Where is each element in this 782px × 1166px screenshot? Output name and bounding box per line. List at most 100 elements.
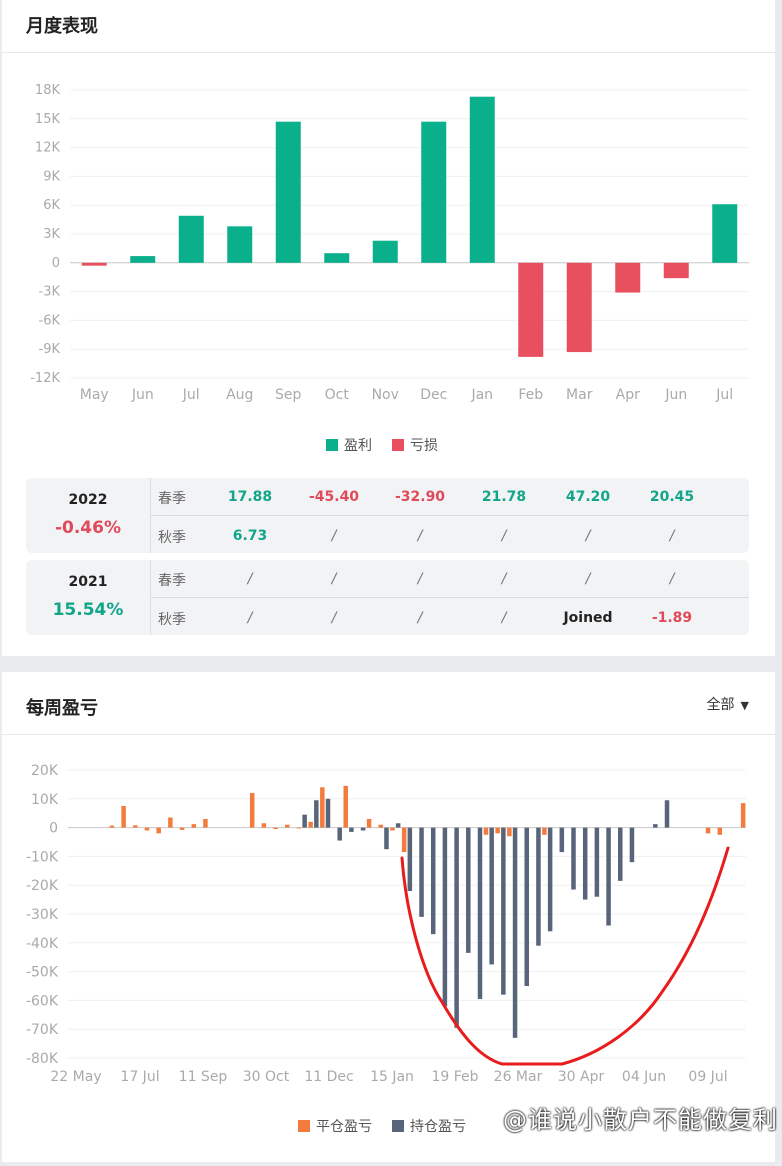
x-tick-label: Sep <box>275 387 302 403</box>
x-tick-label: 19 Feb <box>431 1069 478 1085</box>
monthly-legend: 盈利 亏损 <box>326 435 458 455</box>
stat-cell: / <box>585 528 591 544</box>
legend-loss-swatch <box>392 439 404 451</box>
stat-cell: -45.40 <box>308 489 360 505</box>
x-tick-label: 11 Sep <box>179 1069 228 1085</box>
legend-holding[interactable]: 持仓盈亏 <box>392 1116 466 1136</box>
holding-pnl-bar <box>454 827 459 1028</box>
x-tick-label: Apr <box>616 387 640 403</box>
holding-pnl-bar <box>302 814 307 828</box>
x-tick-label: Feb <box>518 387 543 403</box>
legend-holding-label: 持仓盈亏 <box>410 1119 466 1135</box>
stat-cell: 6.73 <box>232 528 268 544</box>
holding-pnl-bar <box>571 827 576 890</box>
y-tick-label: 3K <box>43 227 60 242</box>
legend-holding-swatch <box>392 1120 404 1132</box>
y-tick-label: -6K <box>39 313 61 328</box>
legend-closed-swatch <box>298 1120 310 1132</box>
closed-pnl-bar <box>507 827 512 837</box>
season-label: 春季 <box>158 491 186 507</box>
stat-cell: / <box>669 528 675 544</box>
closed-pnl-bar <box>109 825 115 828</box>
closed-pnl-bar <box>717 827 723 835</box>
holding-pnl-bar <box>536 827 541 946</box>
closed-pnl-bar <box>133 825 138 828</box>
y-tick-label: 20K <box>31 763 59 779</box>
closed-pnl-bar <box>705 827 711 834</box>
legend-loss[interactable]: 亏损 <box>392 435 438 455</box>
holding-pnl-bar <box>419 827 424 917</box>
closed-pnl-bar <box>390 827 395 831</box>
x-tick-label: Nov <box>372 387 399 403</box>
legend-closed-label: 平仓盈亏 <box>316 1119 372 1135</box>
holding-pnl-bar <box>430 827 436 935</box>
stat-cell: 20.45 <box>649 489 695 505</box>
closed-pnl-bar <box>296 827 302 829</box>
stat-cell: / <box>331 571 337 587</box>
x-tick-label: Oct <box>325 387 350 403</box>
stat-cell: 21.78 <box>481 489 527 505</box>
holding-pnl-bar <box>618 827 623 881</box>
legend-closed[interactable]: 平仓盈亏 <box>298 1116 372 1136</box>
legend-profit-label: 盈利 <box>344 438 372 454</box>
season-label: 秋季 <box>158 612 186 628</box>
closed-pnl-bar <box>285 824 290 828</box>
y-tick-label: 12K <box>35 141 61 156</box>
x-tick-label: 04 Jun <box>622 1069 666 1085</box>
y-tick-label: -70K <box>26 1022 59 1038</box>
y-tick-label: -80K <box>26 1051 59 1067</box>
y-tick-label: -40K <box>26 936 59 952</box>
x-tick-label: May <box>80 387 109 403</box>
closed-pnl-bar <box>144 827 150 831</box>
x-tick-label: Jul <box>715 387 733 403</box>
bar-feb-9 <box>518 262 544 357</box>
x-tick-label: 15 Jan <box>370 1069 414 1085</box>
y-tick-label: 0 <box>52 256 60 271</box>
x-tick-label: 30 Oct <box>243 1069 290 1085</box>
holding-pnl-bar <box>395 823 401 828</box>
holding-pnl-bar <box>582 827 588 900</box>
legend-profit[interactable]: 盈利 <box>326 435 372 455</box>
bar-may-0 <box>81 262 107 266</box>
holding-pnl-bar <box>501 827 506 995</box>
holding-pnl-bar <box>407 827 413 891</box>
closed-pnl-bar <box>179 827 185 830</box>
stat-cell: / <box>501 528 507 544</box>
stat-cell: / <box>501 610 507 626</box>
closed-pnl-bar <box>156 827 161 834</box>
weekly-pnl-panel: 每周盈亏 全部 ▼ 20K 10K 0 -10K -20K -30K -40K -50K -60K… <box>2 672 775 1162</box>
holding-pnl-bar <box>547 827 553 932</box>
row-divider <box>150 515 749 516</box>
holding-pnl-bar <box>512 827 518 1038</box>
year-stat-card-2021: 2021 15.54% 春季 / / / / / / 秋季 / / / / Joined -1.89 <box>26 560 749 635</box>
bar-aug-3 <box>227 226 253 263</box>
closed-pnl-bar <box>191 824 196 828</box>
closed-pnl-bar <box>495 827 500 834</box>
closed-pnl-bar <box>168 817 173 828</box>
holding-pnl-bar <box>325 798 331 828</box>
x-tick-label: 11 Dec <box>304 1069 353 1085</box>
year-return: -0.46% <box>54 518 122 538</box>
closed-pnl-bar <box>343 785 348 828</box>
closed-pnl-bar <box>320 787 325 828</box>
closed-pnl-bar <box>261 823 267 828</box>
stat-cell: / <box>331 610 337 626</box>
bar-jan-8 <box>469 96 495 263</box>
holding-pnl-bar <box>477 827 483 999</box>
x-tick-label: Jun <box>131 387 154 403</box>
closed-pnl-bar <box>542 827 547 835</box>
x-tick-label: Aug <box>226 387 253 403</box>
y-tick-label: 0 <box>49 821 58 837</box>
x-tick-label: Mar <box>566 387 593 403</box>
holding-pnl-bar <box>314 800 319 828</box>
x-tick-label: Jul <box>182 387 200 403</box>
x-tick-label: Jan <box>470 387 493 403</box>
monthly-bar-chart: 18K 15K 12K 9K 6K 3K 0 -3K -6K -9K -12K May Jun Jul Au… <box>30 83 749 403</box>
holding-pnl-bar <box>524 827 529 986</box>
x-tick-label: 17 Jul <box>120 1069 159 1085</box>
bar-nov-6 <box>372 240 398 263</box>
x-tick-label: 30 Apr <box>558 1069 605 1085</box>
stat-cell: / <box>417 610 423 626</box>
x-tick-label: Jun <box>664 387 687 403</box>
x-tick-label: 22 May <box>50 1069 101 1085</box>
